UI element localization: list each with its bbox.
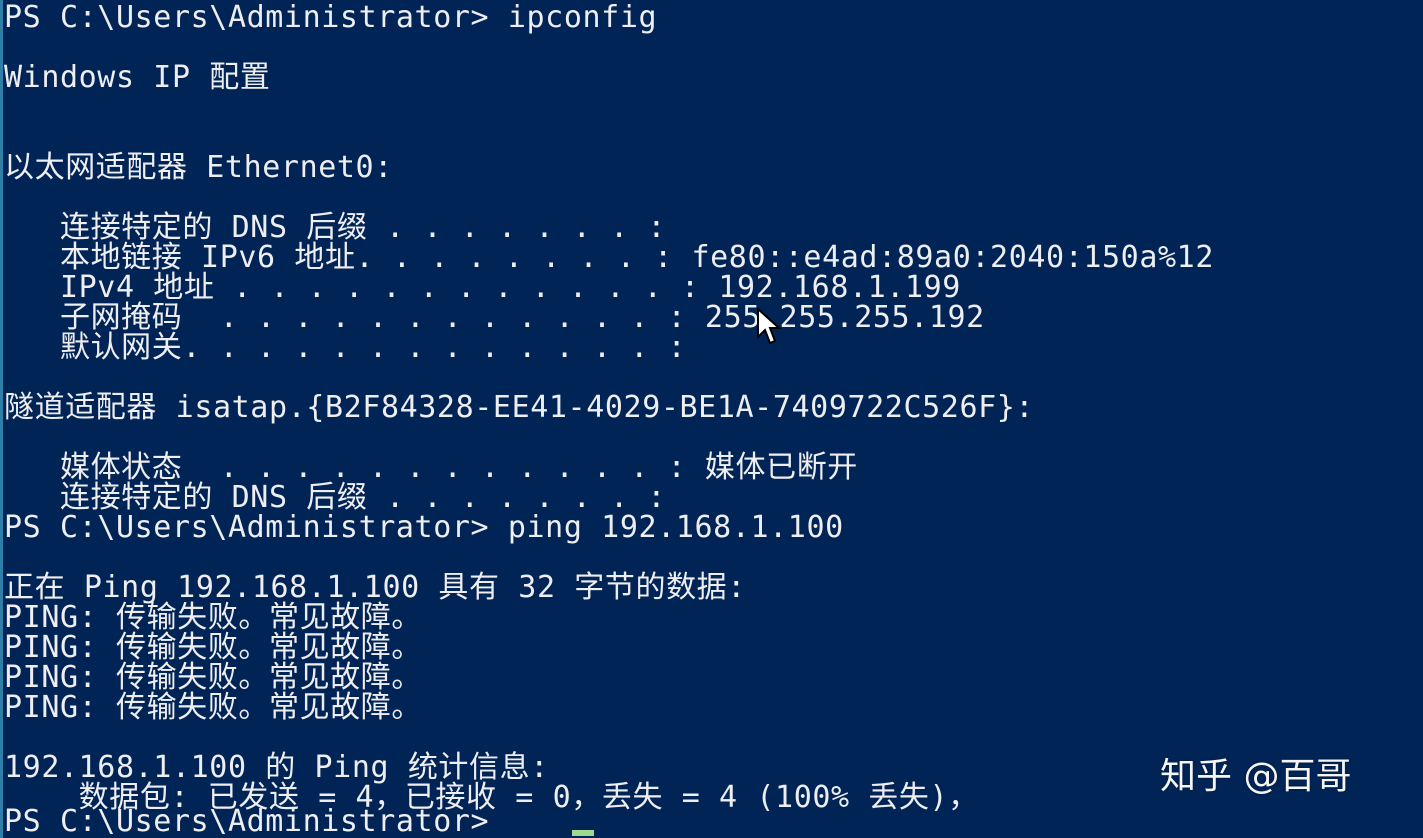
terminal-line: PING: 传输失败。常见故障。	[4, 630, 422, 665]
terminal-line: PING: 传输失败。常见故障。	[4, 690, 422, 725]
terminal-line: 本地链接 IPv6 地址. . . . . . . . : fe80::e4ad…	[4, 240, 1214, 275]
zhihu-watermark: 知乎 @百哥	[1160, 756, 1352, 797]
terminal-line: 隧道适配器 isatap.{B2F84328-EE41-4029-BE1A-74…	[4, 390, 1035, 425]
arrow-cursor-icon	[757, 307, 782, 345]
terminal-line: Windows IP 配置	[4, 60, 271, 95]
terminal-line: PING: 传输失败。常见故障。	[4, 660, 422, 695]
terminal-line: IPv4 地址 . . . . . . . . . . . . : 192.16…	[4, 270, 961, 305]
terminal-line: PS C:\Users\Administrator> ipconfig	[4, 0, 658, 35]
terminal-line: 连接特定的 DNS 后缀 . . . . . . . :	[4, 210, 667, 245]
terminal-line: 媒体状态 . . . . . . . . . . . . : 媒体已断开	[4, 450, 858, 485]
terminal-line: 默认网关. . . . . . . . . . . . . :	[4, 330, 687, 365]
powershell-terminal[interactable]: PS C:\Users\Administrator> ipconfig Wind…	[0, 0, 1423, 838]
terminal-line: 连接特定的 DNS 后缀 . . . . . . . :	[4, 480, 667, 515]
terminal-prompt-line[interactable]: PS C:\Users\Administrator>	[4, 807, 508, 837]
text-cursor	[572, 830, 594, 836]
terminal-line: PING: 传输失败。常见故障。	[4, 600, 422, 635]
terminal-line: 192.168.1.100 的 Ping 统计信息:	[4, 750, 549, 785]
window-left-border	[0, 0, 3, 838]
terminal-line: 以太网适配器 Ethernet0:	[4, 150, 393, 185]
terminal-line: 子网掩码 . . . . . . . . . . . . : 255.255.2…	[4, 300, 985, 335]
terminal-line: 正在 Ping 192.168.1.100 具有 32 字节的数据:	[4, 570, 746, 605]
terminal-line: PS C:\Users\Administrator> ping 192.168.…	[4, 510, 844, 545]
